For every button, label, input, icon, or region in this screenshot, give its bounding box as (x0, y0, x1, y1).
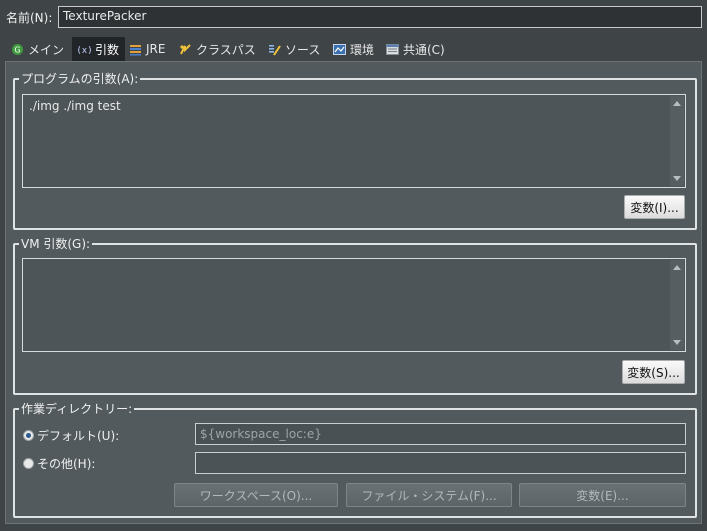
vm-variables-button[interactable]: 変数(S)... (622, 360, 685, 384)
scroll-up-icon[interactable] (673, 265, 681, 270)
directory-variables-button[interactable]: 変数(E)... (519, 483, 686, 507)
classpath-icon (179, 43, 192, 56)
source-icon (268, 43, 281, 56)
tab-label: ソース (285, 42, 321, 57)
program-arguments-text: ./img ./img test (29, 99, 121, 113)
other-radio[interactable] (23, 458, 34, 469)
tab-main[interactable]: G メイン (5, 37, 70, 61)
filesystem-button[interactable]: ファイル・システム(F)... (346, 483, 512, 507)
scroll-down-icon[interactable] (673, 340, 681, 345)
tab-label: クラスパス (196, 42, 256, 57)
name-input[interactable]: TexturePacker (58, 6, 702, 28)
vm-arguments-scrollbar[interactable] (670, 260, 684, 350)
working-directory-legend: 作業ディレクトリー: (21, 402, 133, 416)
tab-source[interactable]: ソース (262, 37, 326, 61)
common-icon (386, 43, 399, 56)
tab-label: JRE (146, 42, 166, 56)
other-directory-field[interactable] (195, 452, 686, 474)
other-radio-label: その他(H): (37, 457, 96, 471)
arguments-icon: (x) (76, 43, 92, 56)
tab-classpath[interactable]: クラスパス (173, 37, 262, 61)
tab-arguments[interactable]: (x) 引数 (72, 37, 126, 61)
tab-environment[interactable]: 環境 (327, 37, 380, 61)
program-arguments-scrollbar[interactable] (670, 96, 684, 186)
default-radio-label: デフォルト(U): (37, 429, 120, 443)
vm-arguments-legend: VM 引数(G): (21, 237, 91, 251)
svg-text:(x): (x) (78, 46, 91, 56)
main-icon: G (11, 43, 24, 56)
workspace-button[interactable]: ワークスペース(O)... (174, 483, 338, 507)
scroll-up-icon[interactable] (673, 101, 681, 106)
vm-arguments-textarea[interactable] (22, 258, 686, 352)
arguments-panel: プログラムの引数(A): ./img ./img test 変数(I)... V… (5, 61, 702, 524)
jre-icon (129, 43, 142, 56)
scroll-down-icon[interactable] (673, 176, 681, 181)
default-radio[interactable] (23, 430, 34, 441)
default-directory-field: ${workspace_loc:e} (195, 423, 686, 445)
tab-bar: G メイン (x) 引数 JRE クラスパス ソース 環境 (5, 37, 702, 61)
program-arguments-textarea[interactable]: ./img ./img test (22, 94, 686, 188)
tab-label: 共通(C) (403, 42, 445, 57)
tab-common[interactable]: 共通(C) (380, 37, 451, 61)
svg-text:G: G (14, 45, 20, 54)
environment-icon (333, 43, 346, 56)
tab-label: 環境 (350, 42, 375, 57)
tab-label: 引数 (95, 42, 120, 57)
tab-jre[interactable]: JRE (123, 37, 171, 61)
name-label: 名前(N): (6, 11, 53, 25)
program-arguments-legend: プログラムの引数(A): (21, 72, 139, 86)
tab-label: メイン (28, 42, 65, 57)
program-variables-button[interactable]: 変数(I)... (624, 195, 685, 219)
